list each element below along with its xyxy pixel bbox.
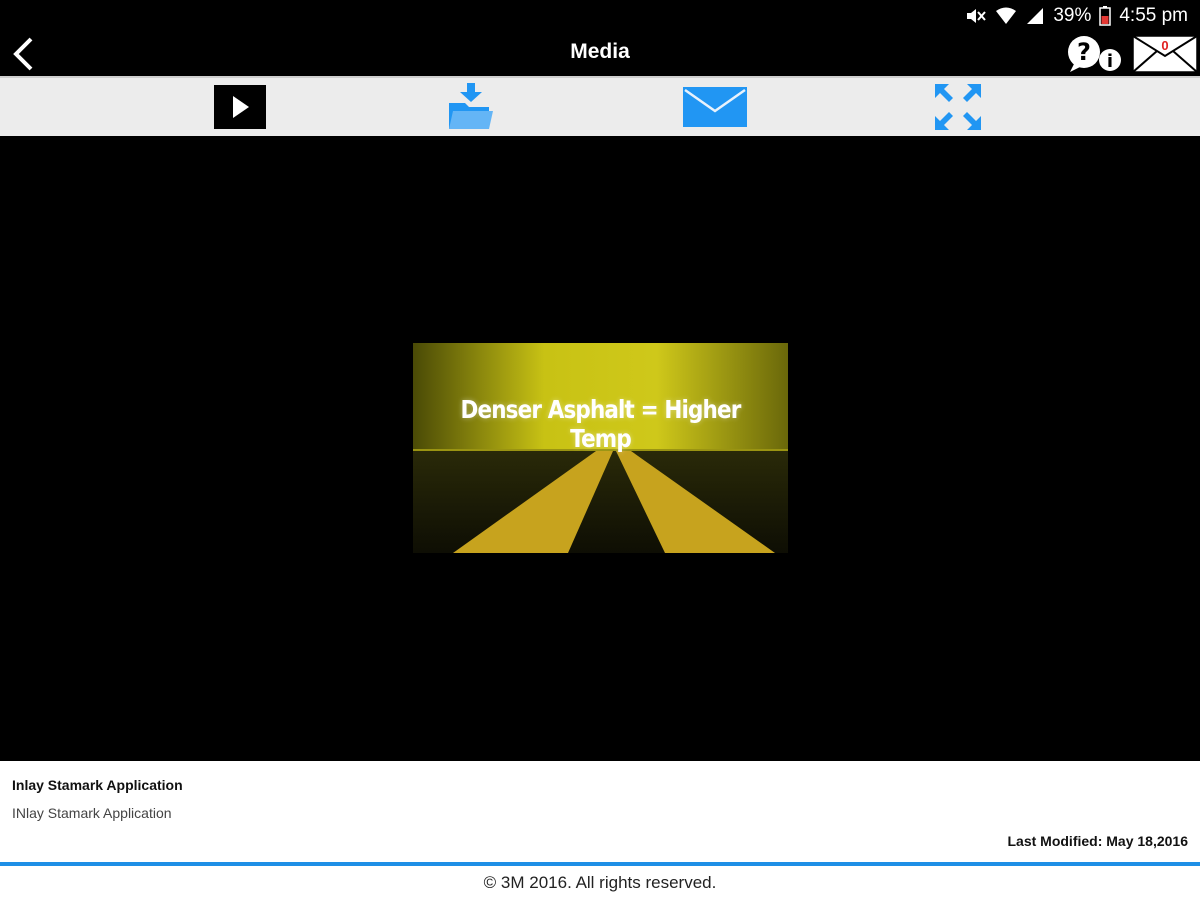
last-modified-date: Last Modified: May 18,2016: [1007, 833, 1188, 849]
footer: © 3M 2016. All rights reserved.: [0, 866, 1200, 900]
clock: 4:55 pm: [1119, 5, 1188, 26]
page-title: Media: [570, 40, 630, 63]
battery-percent: 39%: [1053, 5, 1092, 26]
play-button[interactable]: [212, 82, 268, 132]
title-bar: Media ? i 0: [0, 32, 1200, 76]
battery-icon: [1099, 6, 1112, 26]
inbox-button[interactable]: 0: [1132, 34, 1198, 74]
download-button[interactable]: [442, 82, 498, 132]
signal-icon: [1025, 6, 1045, 26]
email-button[interactable]: [680, 82, 750, 132]
media-description: INlay Stamark Application: [12, 805, 172, 821]
wifi-icon: [995, 6, 1017, 26]
mail-count-badge: 0: [1161, 38, 1169, 53]
media-title: Inlay Stamark Application: [12, 777, 183, 793]
media-screen: 39% 4:55 pm Media ? i 0 Denser Asphalt =…: [0, 0, 1200, 900]
media-info-panel: Inlay Stamark Application INlay Stamark …: [0, 761, 1200, 862]
thumbnail-caption: Denser Asphalt = Higher Temp: [460, 395, 742, 453]
copyright-text: © 3M 2016. All rights reserved.: [483, 873, 717, 892]
status-bar: 39% 4:55 pm: [0, 0, 1200, 32]
video-thumbnail[interactable]: Denser Asphalt = Higher Temp: [413, 343, 788, 553]
email-icon: [683, 87, 747, 127]
mute-icon: [965, 6, 987, 26]
help-button[interactable]: ? i: [1066, 34, 1126, 74]
help-info-icon: ? i: [1068, 36, 1121, 72]
svg-text:i: i: [1107, 51, 1113, 72]
media-toolbar: [0, 76, 1200, 138]
svg-text:?: ?: [1077, 38, 1091, 66]
fullscreen-button[interactable]: [930, 82, 986, 132]
video-area: Denser Asphalt = Higher Temp: [0, 136, 1200, 761]
play-icon: [214, 85, 266, 129]
fullscreen-icon: [935, 84, 981, 130]
download-folder-icon: [449, 83, 493, 129]
